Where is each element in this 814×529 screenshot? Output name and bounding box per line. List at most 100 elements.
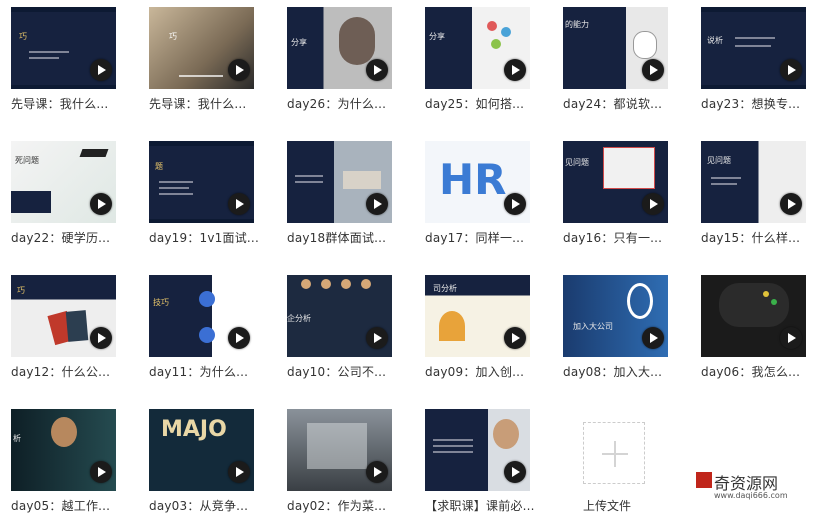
play-icon[interactable]	[504, 193, 526, 215]
thumb-title: 说析	[707, 36, 723, 45]
video-title[interactable]: day17：同样一...	[425, 229, 543, 246]
video-thumbnail: 析	[11, 409, 116, 491]
video-thumbnail: 见问题	[701, 141, 806, 223]
video-tile[interactable]: 巧 先导课：我什么...	[149, 7, 254, 127]
play-icon[interactable]	[228, 193, 250, 215]
play-icon[interactable]	[90, 461, 112, 483]
video-title[interactable]: 先导课：我什么...	[149, 95, 267, 112]
thumb-title: 技巧	[153, 298, 169, 307]
video-tile[interactable]: 题 day19：1v1面试...	[149, 141, 259, 261]
play-icon[interactable]	[90, 193, 112, 215]
video-title[interactable]: day22：硬学历...	[11, 229, 129, 246]
video-title[interactable]: day15：什么样...	[701, 229, 814, 246]
video-title[interactable]: day05：越工作...	[11, 497, 129, 514]
video-title[interactable]: day03：从竞争...	[149, 497, 267, 514]
video-tile[interactable]: 见问题 day16：只有一...	[563, 141, 668, 261]
video-tile[interactable]: 死问题 day22：硬学历...	[11, 141, 116, 261]
play-icon[interactable]	[228, 461, 250, 483]
video-thumbnail: 的能力	[563, 7, 668, 89]
play-icon[interactable]	[504, 461, 526, 483]
video-title[interactable]: day06：我怎么...	[701, 363, 814, 380]
play-icon[interactable]	[366, 327, 388, 349]
video-tile[interactable]: MAJO day03：从竞争...	[149, 409, 254, 529]
play-icon[interactable]	[228, 59, 250, 81]
video-tile[interactable]: day06：我怎么...	[701, 275, 806, 395]
video-title[interactable]: day25：如何搭...	[425, 95, 543, 112]
play-icon[interactable]	[642, 193, 664, 215]
play-icon[interactable]	[366, 59, 388, 81]
video-tile[interactable]: 司分析 day09：加入创...	[425, 275, 530, 395]
video-title[interactable]: day18群体面试...	[287, 229, 405, 246]
video-title[interactable]: day16：只有一...	[563, 229, 681, 246]
video-thumbnail: 巧	[149, 7, 254, 89]
video-title[interactable]: day24：都说软...	[563, 95, 681, 112]
thumb-title: 见问题	[565, 158, 589, 167]
video-tile[interactable]: 说析 day23：想换专...	[701, 7, 806, 127]
thumb-title: 巧	[169, 32, 177, 41]
video-tile[interactable]: 加入大公司 day08：加入大...	[563, 275, 668, 395]
play-icon[interactable]	[642, 59, 664, 81]
seal-icon	[696, 472, 712, 488]
video-thumbnail: 巧	[11, 275, 116, 357]
video-tile[interactable]: 企分析 day10：公司不...	[287, 275, 392, 395]
video-tile[interactable]: 分享 day26：为什么...	[287, 7, 392, 127]
video-tile[interactable]: 见问题 day15：什么样...	[701, 141, 806, 261]
thumb-title: 加入大公司	[573, 322, 613, 331]
thumb-title: 巧	[19, 32, 27, 41]
video-title[interactable]: day02：作为菜...	[287, 497, 405, 514]
video-thumbnail: 见问题	[563, 141, 668, 223]
video-tile[interactable]: HR day17：同样一...	[425, 141, 530, 261]
video-thumbnail: 司分析	[425, 275, 530, 357]
video-title[interactable]: 【求职课】课前必...	[425, 497, 543, 514]
watermark: 奇资源网 www.daqi666.com	[692, 470, 810, 506]
thumb-title: 题	[155, 162, 163, 171]
play-icon[interactable]	[780, 59, 802, 81]
video-thumbnail	[425, 409, 530, 491]
video-tile[interactable]: 的能力 day24：都说软...	[563, 7, 668, 127]
video-thumbnail: 企分析	[287, 275, 392, 357]
video-title[interactable]: day09：加入创...	[425, 363, 543, 380]
thumb-title: 析	[13, 434, 21, 443]
video-title[interactable]: day10：公司不...	[287, 363, 405, 380]
play-icon[interactable]	[504, 59, 526, 81]
video-tile[interactable]: 析 day05：越工作...	[11, 409, 116, 529]
thumb-title: 分享	[291, 38, 307, 47]
thumb-title: 巧	[17, 286, 25, 295]
play-icon[interactable]	[780, 327, 802, 349]
video-thumbnail	[287, 409, 392, 491]
video-title[interactable]: day08：加入大...	[563, 363, 681, 380]
video-tile[interactable]: 技巧 day11：为什么...	[149, 275, 254, 395]
play-icon[interactable]	[642, 327, 664, 349]
video-thumbnail: HR	[425, 141, 530, 223]
video-title[interactable]: day19：1v1面试...	[149, 229, 267, 246]
play-icon[interactable]	[90, 59, 112, 81]
video-thumbnail: 题	[149, 141, 254, 223]
video-title[interactable]: day26：为什么...	[287, 95, 405, 112]
video-title[interactable]: day12：什么公...	[11, 363, 129, 380]
video-tile[interactable]: 分享 day25：如何搭...	[425, 7, 530, 127]
video-thumbnail: 分享	[287, 7, 392, 89]
play-icon[interactable]	[90, 327, 112, 349]
video-thumbnail: 加入大公司	[563, 275, 668, 357]
play-icon[interactable]	[780, 193, 802, 215]
video-tile[interactable]: 巧 day12：什么公...	[11, 275, 116, 395]
video-tile[interactable]: 巧 先导课：我什么...	[11, 7, 116, 127]
play-icon[interactable]	[366, 193, 388, 215]
thumb-title: 分享	[429, 32, 445, 41]
plus-icon	[614, 441, 616, 467]
video-tile[interactable]: day02：作为菜...	[287, 409, 392, 529]
video-thumbnail: MAJO	[149, 409, 254, 491]
upload-label[interactable]: 上传文件	[583, 497, 673, 514]
thumb-title: HR	[439, 155, 507, 204]
video-title[interactable]: day11：为什么...	[149, 363, 267, 380]
video-title[interactable]: day23：想换专...	[701, 95, 814, 112]
thumb-title: MAJO	[161, 417, 227, 442]
play-icon[interactable]	[504, 327, 526, 349]
play-icon[interactable]	[366, 461, 388, 483]
video-tile[interactable]: 【求职课】课前必...	[425, 409, 534, 529]
upload-button[interactable]	[583, 422, 645, 484]
video-tile[interactable]: day18群体面试...	[287, 141, 392, 261]
thumb-title: 的能力	[565, 20, 589, 29]
play-icon[interactable]	[228, 327, 250, 349]
video-title[interactable]: 先导课：我什么...	[11, 95, 129, 112]
